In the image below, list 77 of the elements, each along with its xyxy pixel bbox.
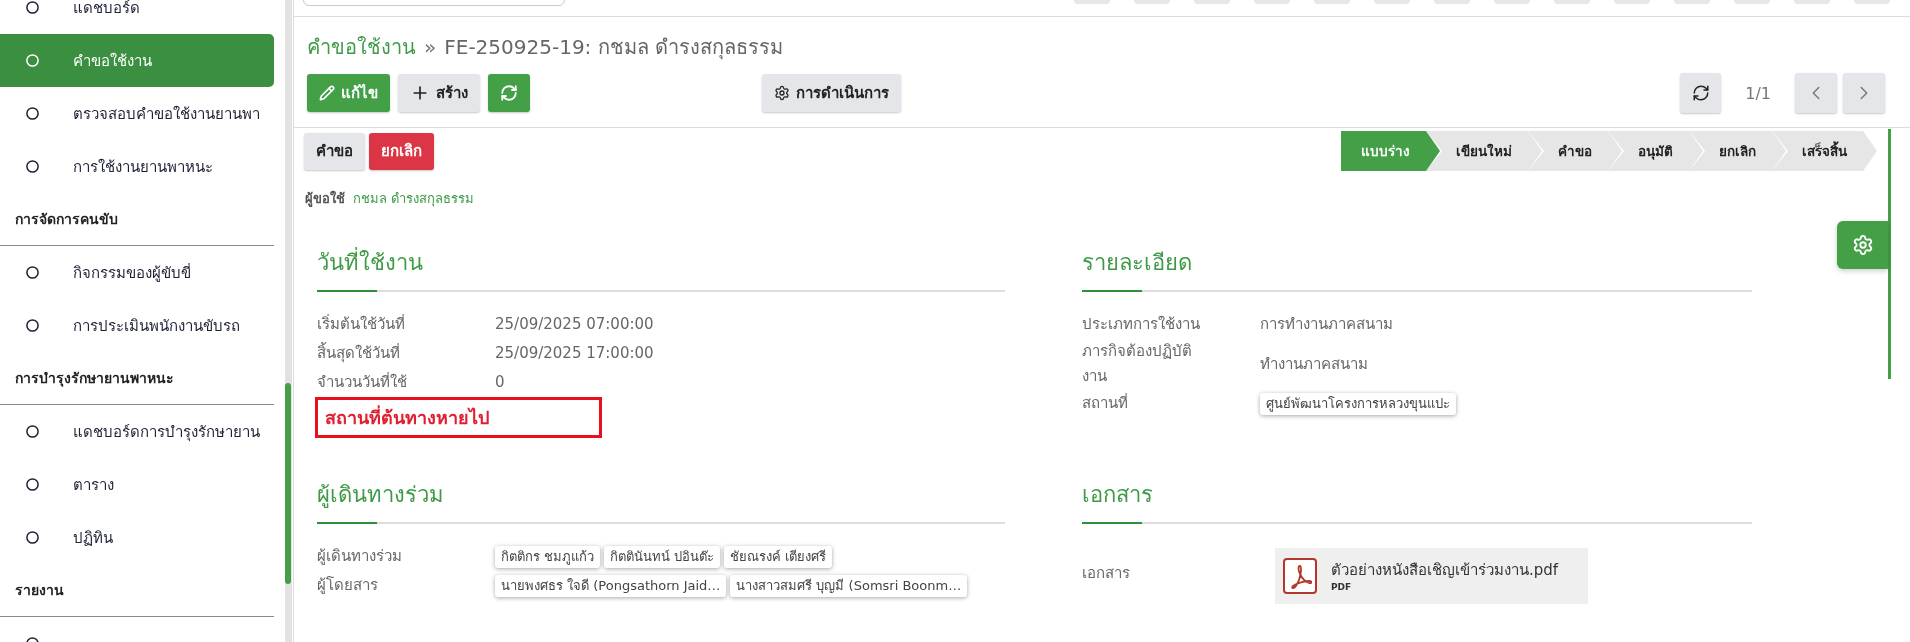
field-label: ประเภทการใช้งาน bbox=[1082, 314, 1200, 335]
status-step[interactable]: คำขอ bbox=[1528, 131, 1608, 171]
circle-icon bbox=[26, 1, 39, 14]
circle-icon bbox=[26, 319, 39, 332]
pdf-file-icon bbox=[1283, 558, 1317, 594]
requester-name[interactable]: กชมล ดำรงสกุลธรรม bbox=[353, 188, 475, 210]
status-step[interactable]: อนุมัติ bbox=[1608, 131, 1689, 171]
field-label: ผู้โดยสาร bbox=[317, 575, 378, 596]
pager-value: 1/1 bbox=[1745, 83, 1771, 103]
sidebar-item[interactable]: คำขอใช้งาน bbox=[0, 34, 274, 87]
circle-icon bbox=[26, 266, 39, 279]
file-name: ตัวอย่างหนังสือเชิญเข้าร่วมงาน.pdf bbox=[1331, 560, 1559, 580]
attachment-card[interactable]: ตัวอย่างหนังสือเชิญเข้าร่วมงาน.pdf PDF bbox=[1275, 548, 1588, 604]
circle-icon bbox=[26, 425, 39, 438]
file-type: PDF bbox=[1331, 582, 1353, 592]
refresh-icon bbox=[500, 84, 518, 102]
pencil-icon bbox=[319, 85, 335, 101]
tag[interactable]: ศูนย์พัฒนาโครงการหลวงขุนแปะ bbox=[1260, 392, 1456, 415]
sidebar-item[interactable]: แดชบอร์ดการบำรุงรักษายาน bbox=[0, 405, 274, 458]
sidebar-item[interactable]: ปฏิทิน bbox=[0, 511, 274, 564]
requester-label: ผู้ขอใช้ bbox=[305, 189, 345, 209]
field-value: 25/09/2025 17:00:00 bbox=[495, 343, 654, 364]
field-label: ผู้เดินทางร่วม bbox=[317, 546, 402, 567]
sidebar-item[interactable]: ตรวจสอบคำขอใช้งานยานพา bbox=[0, 87, 274, 140]
section-title: เอกสาร bbox=[1082, 481, 1153, 509]
next-button[interactable] bbox=[1843, 73, 1885, 113]
scrollbar-track[interactable] bbox=[285, 0, 292, 642]
previous-button[interactable] bbox=[1795, 73, 1837, 113]
sidebar-section-header: การบำรุงรักษายานพาหนะ bbox=[15, 369, 174, 388]
sidebar-item[interactable]: กิจกรรมของผู้ขับขี่ bbox=[0, 246, 274, 299]
field-value: การทำงานภาคสนาม bbox=[1260, 314, 1393, 335]
tag[interactable]: นางสาวสมศรี บุญมี (Somsri Boonm… bbox=[730, 574, 968, 597]
section-title: วันที่ใช้งาน bbox=[317, 248, 423, 278]
field-label: เริ่มต้นใช้วันที่ bbox=[317, 313, 405, 335]
status-step[interactable]: เสร็จสิ้น bbox=[1772, 131, 1877, 171]
refresh-button[interactable] bbox=[488, 74, 530, 112]
settings-icon bbox=[774, 85, 790, 101]
circle-icon bbox=[26, 107, 39, 120]
sidebar-section-header: การจัดการคนขับ bbox=[15, 210, 118, 229]
status-action-button[interactable]: คำขอ bbox=[304, 132, 365, 170]
field-label: เอกสาร bbox=[1082, 562, 1130, 584]
field-label: จำนวนวันที่ใช้ bbox=[317, 371, 407, 393]
circle-icon bbox=[26, 54, 39, 67]
circle-icon bbox=[26, 531, 39, 544]
tag[interactable]: ชัยณรงค์ เตียงศรี bbox=[724, 545, 833, 568]
circle-icon bbox=[26, 478, 39, 491]
field-value: 0 bbox=[495, 372, 505, 393]
breadcrumb-link[interactable]: คำขอใช้งาน bbox=[307, 33, 416, 61]
field-label: ภารกิจต้องปฏิบัติงาน bbox=[1082, 341, 1193, 387]
reload-button[interactable] bbox=[1680, 73, 1722, 113]
settings-icon bbox=[1851, 234, 1874, 256]
section-title: รายละเอียด bbox=[1082, 249, 1192, 277]
refresh-icon bbox=[1691, 84, 1710, 102]
status-step[interactable]: เขียนใหม่ bbox=[1426, 131, 1528, 171]
breadcrumb-separator: » bbox=[424, 34, 437, 61]
sidebar-item[interactable]: การใช้งานยานพาหนะ bbox=[0, 140, 274, 193]
field-label: สถานที่ bbox=[1082, 392, 1128, 414]
sidebar-item[interactable]: การประเมินพนักงานขับรถ bbox=[0, 299, 274, 352]
record-title: FE-250925-19: กชมล ดำรงสกุลธรรม bbox=[444, 34, 784, 61]
settings-button[interactable] bbox=[1837, 221, 1888, 269]
status-action-button[interactable]: ยกเลิก bbox=[369, 132, 434, 170]
tag[interactable]: นายพงศธร ใจดี (Pongsathorn Jaid… bbox=[495, 574, 727, 597]
create-button[interactable]: สร้าง bbox=[398, 74, 480, 112]
field-label: สิ้นสุดใช้วันที่ bbox=[317, 341, 400, 365]
scrollbar-thumb[interactable] bbox=[285, 383, 291, 584]
section-title: ผู้เดินทางร่วม bbox=[317, 481, 444, 510]
field-value: 25/09/2025 07:00:00 bbox=[495, 314, 654, 335]
warning-message: สถานที่ต้นทางหายไป bbox=[315, 397, 602, 438]
circle-icon bbox=[26, 160, 39, 173]
field-value: ทำงานภาคสนาม bbox=[1260, 353, 1368, 375]
sidebar-section-header: รายงาน bbox=[15, 581, 64, 600]
status-step[interactable]: ยกเลิก bbox=[1689, 131, 1772, 171]
sidebar-item[interactable]: ตาราง bbox=[0, 458, 274, 511]
action-button[interactable]: การดำเนินการ bbox=[762, 74, 901, 112]
tag[interactable]: กิตติกร ชมภูแก้ว bbox=[495, 545, 601, 568]
tag[interactable]: กิตตินันทน์ ปอินต๊ะ bbox=[604, 545, 721, 568]
sidebar-item[interactable]: แดชบอร์ด bbox=[0, 0, 274, 34]
